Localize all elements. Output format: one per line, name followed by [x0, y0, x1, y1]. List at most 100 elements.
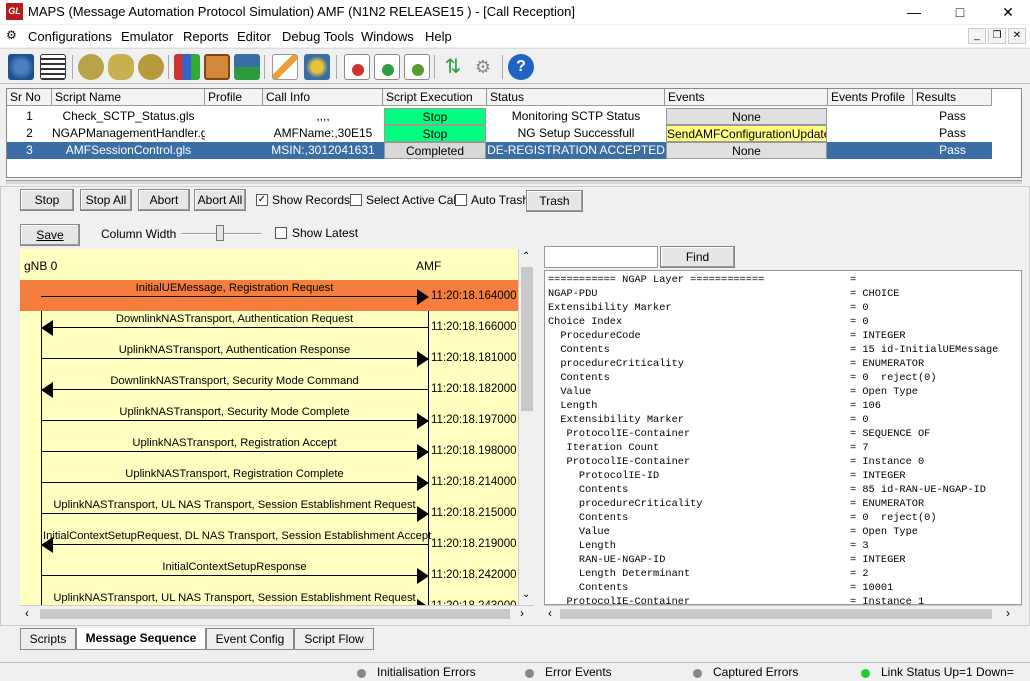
- stop-all-button[interactable]: Stop All: [80, 189, 132, 211]
- save-button[interactable]: Save: [20, 224, 80, 246]
- tab-message-sequence[interactable]: Message Sequence: [76, 628, 206, 650]
- execution-stop-button[interactable]: Stop: [384, 125, 486, 142]
- tab-scripts[interactable]: Scripts: [20, 628, 76, 650]
- execution-completed-button[interactable]: Completed: [384, 142, 486, 159]
- table-row-selected[interactable]: 3 AMFSessionControl.gls MSIN:,3012041631…: [7, 142, 992, 159]
- show-records-checkbox[interactable]: ✓: [256, 194, 268, 206]
- menu-emulator[interactable]: Emulator: [121, 29, 173, 44]
- detail-field-value: = 0: [850, 316, 869, 328]
- log-list-icon[interactable]: [40, 54, 66, 80]
- continue-script-icon[interactable]: [374, 54, 400, 80]
- scroll-down-icon[interactable]: ⌄: [522, 589, 530, 600]
- sequence-message[interactable]: InitialContextSetupResponse 11:20:18.2420…: [20, 559, 518, 590]
- gear-icon[interactable]: ⚙: [6, 28, 17, 42]
- menu-editor[interactable]: Editor: [237, 29, 271, 44]
- table-row[interactable]: 2 NGAPManagementHandler.gls AMFName:,30E…: [7, 125, 992, 142]
- start-script-icon[interactable]: [344, 54, 370, 80]
- auto-trash-checkbox[interactable]: [455, 194, 467, 206]
- auto-trash-label: Auto Trash: [471, 193, 530, 207]
- menu-configurations[interactable]: Configurations: [28, 29, 112, 44]
- sequence-message[interactable]: UplinkNASTransport, Registration Accept 1…: [20, 435, 518, 466]
- slider-thumb[interactable]: [216, 225, 224, 241]
- tab-event-config[interactable]: Event Config: [206, 628, 294, 650]
- sequence-message[interactable]: UplinkNASTransport, Security Mode Comple…: [20, 404, 518, 435]
- mdi-close-icon[interactable]: ✕: [1008, 28, 1026, 44]
- events-button[interactable]: SendAMFConfigurationUpdate: [666, 125, 827, 142]
- table-row[interactable]: 1 Check_SCTP_Status.gls ,,,, Stop Monito…: [7, 108, 992, 125]
- col-header-events[interactable]: Events: [665, 89, 828, 106]
- detail-field-value: = Instance 1: [850, 596, 925, 605]
- status-bar: [0, 662, 1030, 681]
- menu-windows[interactable]: Windows: [361, 29, 414, 44]
- abort-button[interactable]: Abort: [138, 189, 190, 211]
- sequence-message[interactable]: UplinkNASTransport, Authentication Respo…: [20, 342, 518, 373]
- col-header-call-info[interactable]: Call Info: [263, 89, 383, 106]
- select-active-call-checkbox[interactable]: [350, 194, 362, 206]
- sequence-vertical-scrollbar[interactable]: ⌃ ⌄: [518, 249, 534, 605]
- sequence-message[interactable]: UplinkNASTransport, UL NAS Transport, Se…: [20, 497, 518, 528]
- scroll-thumb[interactable]: [560, 609, 992, 619]
- event-gears-icon[interactable]: [138, 54, 164, 80]
- tab-script-flow[interactable]: Script Flow: [294, 628, 374, 650]
- user-lock-icon[interactable]: [234, 54, 260, 80]
- detail-field-name: Choice Index: [548, 316, 623, 328]
- detail-horizontal-scrollbar[interactable]: ‹ ›: [544, 605, 1022, 621]
- col-header-script-execution[interactable]: Script Execution: [383, 89, 487, 106]
- menu-reports[interactable]: Reports: [183, 29, 229, 44]
- stop-button[interactable]: Stop: [20, 189, 74, 211]
- scroll-up-icon[interactable]: ⌃: [522, 251, 530, 262]
- col-header-events-profile[interactable]: Events Profile: [828, 89, 913, 106]
- splitter[interactable]: [6, 180, 1022, 184]
- sync-icon[interactable]: ⇅: [440, 54, 466, 80]
- col-header-results[interactable]: Results: [913, 89, 992, 106]
- select-active-call-label: Select Active Call: [366, 193, 459, 207]
- script-gears-icon[interactable]: [78, 54, 104, 80]
- sequence-horizontal-scrollbar[interactable]: ‹ ›: [20, 605, 534, 621]
- edit-pencil-icon[interactable]: [272, 54, 298, 80]
- close-icon[interactable]: ✕: [994, 2, 1022, 22]
- detail-field-value: = 0 reject(0): [850, 512, 937, 524]
- maximize-icon[interactable]: □: [946, 2, 974, 22]
- briefcase-icon[interactable]: [204, 54, 230, 80]
- configuration-gear-icon[interactable]: [8, 54, 34, 80]
- mdi-restore-icon[interactable]: ❐: [988, 28, 1006, 44]
- pause-script-icon[interactable]: [404, 54, 430, 80]
- scroll-left-icon[interactable]: ‹: [548, 606, 552, 620]
- sequence-message[interactable]: UplinkNASTransport, Registration Complet…: [20, 466, 518, 497]
- trash-button[interactable]: Trash: [526, 190, 583, 212]
- scroll-right-icon[interactable]: ›: [1006, 606, 1010, 620]
- scroll-thumb[interactable]: [521, 267, 533, 411]
- show-latest-checkbox[interactable]: [275, 227, 287, 239]
- col-header-status[interactable]: Status: [487, 89, 665, 106]
- scroll-thumb[interactable]: [40, 609, 510, 619]
- scroll-right-icon[interactable]: ›: [520, 606, 524, 620]
- sequence-message[interactable]: DownlinkNASTransport, Security Mode Comm…: [20, 373, 518, 404]
- menu-help[interactable]: Help: [425, 29, 452, 44]
- find-input[interactable]: [544, 246, 658, 268]
- sequence-message[interactable]: InitialUEMessage, Registration Request 11…: [20, 280, 518, 311]
- menu-debug-tools[interactable]: Debug Tools: [282, 29, 354, 44]
- abort-all-button[interactable]: Abort All: [194, 189, 246, 211]
- help-icon[interactable]: ?: [508, 54, 534, 80]
- sequence-message[interactable]: DownlinkNASTransport, Authentication Req…: [20, 311, 518, 342]
- status-error-events[interactable]: Error Events: [545, 665, 612, 679]
- events-button[interactable]: None: [666, 142, 827, 159]
- sequence-message[interactable]: InitialContextSetupRequest, DL NAS Trans…: [20, 528, 518, 559]
- disconnect-icon[interactable]: ⚙: [470, 54, 496, 80]
- status-init-errors[interactable]: Initialisation Errors: [377, 665, 476, 679]
- find-button[interactable]: Find: [660, 246, 735, 268]
- minimize-icon[interactable]: —: [900, 2, 928, 22]
- events-button[interactable]: None: [666, 108, 827, 125]
- decode-detail-pane: =========== NGAP Layer ============ = NGAP…: [544, 270, 1022, 605]
- wizard-icon[interactable]: [304, 54, 330, 80]
- profile-gears-icon[interactable]: [108, 54, 134, 80]
- col-header-srno[interactable]: Sr No: [7, 89, 52, 106]
- scroll-left-icon[interactable]: ‹: [25, 606, 29, 620]
- col-header-script-name[interactable]: Script Name: [52, 89, 205, 106]
- execution-stop-button[interactable]: Stop: [384, 108, 486, 125]
- mdi-minimize-icon[interactable]: _: [968, 28, 986, 44]
- books-icon[interactable]: [174, 54, 200, 80]
- sequence-message[interactable]: UplinkNASTransport, UL NAS Transport, Se…: [20, 590, 518, 605]
- status-captured-errors[interactable]: Captured Errors: [713, 665, 798, 679]
- col-header-profile[interactable]: Profile: [205, 89, 263, 106]
